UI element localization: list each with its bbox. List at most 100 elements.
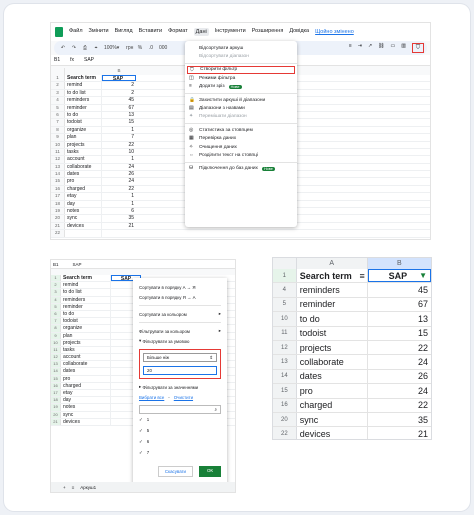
cell-a[interactable]: organize bbox=[61, 325, 111, 332]
data-menu-item[interactable]: ⛉ Створити фільтр bbox=[187, 65, 295, 75]
value-checkbox[interactable]: ✓ 6 bbox=[139, 436, 221, 447]
cell-b[interactable]: 22 bbox=[368, 341, 431, 354]
cell-a[interactable]: tasks bbox=[65, 148, 102, 156]
cell-a[interactable]: reminder bbox=[61, 303, 111, 310]
row-number[interactable]: 16 bbox=[273, 398, 297, 412]
toolbar-item-2[interactable]: ↷ bbox=[71, 45, 77, 51]
cell-b[interactable]: 1 bbox=[102, 201, 136, 207]
row-number[interactable]: 15 bbox=[51, 375, 61, 382]
row-number[interactable]: 11 bbox=[51, 346, 61, 354]
cell-a[interactable]: to do list bbox=[61, 289, 111, 296]
sort-by-color[interactable]: Сортувати за кольором ▸ bbox=[139, 309, 221, 319]
cell-b[interactable]: 2 bbox=[102, 90, 136, 96]
filter-icon[interactable]: ⛉ bbox=[412, 43, 424, 53]
cell-a[interactable]: dates bbox=[61, 368, 111, 375]
cell-a[interactable]: charged bbox=[65, 185, 102, 193]
filter-by-condition[interactable]: ▾ Фільтрувати за умовою bbox=[139, 336, 221, 346]
wrap-icon[interactable]: ⇥ bbox=[358, 43, 362, 53]
cell-a[interactable]: dates bbox=[297, 369, 368, 384]
cell-b[interactable]: 2 bbox=[102, 82, 136, 88]
toolbar-item-10[interactable]: 000 bbox=[159, 45, 167, 51]
data-menu-item[interactable]: ≡ Додати зріз Нове bbox=[185, 83, 297, 91]
row-number[interactable]: 3 bbox=[51, 289, 61, 296]
cell-b[interactable]: SAP bbox=[102, 75, 136, 82]
cell-a[interactable]: projects bbox=[65, 141, 102, 148]
cell-b[interactable]: 7 bbox=[102, 134, 136, 140]
align-icon[interactable]: ≡ bbox=[349, 43, 352, 53]
cell-b[interactable]: 26 bbox=[368, 370, 431, 383]
col-b-header[interactable]: B bbox=[102, 68, 136, 75]
cell-a[interactable]: remind bbox=[61, 282, 111, 289]
cell-a[interactable]: sync bbox=[61, 411, 111, 418]
cell-b[interactable]: 15 bbox=[102, 119, 136, 125]
cell-a[interactable]: devices bbox=[297, 427, 368, 439]
toolbar-item-8[interactable]: % bbox=[137, 45, 143, 51]
row-number[interactable]: 1 bbox=[273, 269, 297, 283]
cell-b[interactable]: 1 bbox=[102, 156, 136, 162]
row-number[interactable]: 2 bbox=[51, 282, 61, 289]
condition-value-input[interactable]: 20 bbox=[143, 366, 217, 375]
formula-value[interactable]: SAP bbox=[73, 262, 82, 267]
cell-a[interactable]: account bbox=[61, 354, 111, 361]
filter-funnel-icon[interactable]: ▼ bbox=[419, 271, 427, 280]
add-sheet-icon[interactable]: + bbox=[63, 485, 66, 490]
data-menu-item[interactable]: ⇔ Розділити текст на стовпці bbox=[185, 151, 297, 159]
row-number[interactable]: 8 bbox=[51, 126, 65, 134]
cell-a[interactable]: etay bbox=[65, 193, 102, 200]
row-number[interactable]: 4 bbox=[51, 97, 65, 104]
row-number[interactable]: 20 bbox=[273, 412, 297, 427]
chart-icon[interactable]: ▥ bbox=[401, 43, 406, 53]
cell-b[interactable]: 10 bbox=[102, 149, 136, 155]
all-sheets-icon[interactable]: ≡ bbox=[72, 485, 75, 490]
cell-b[interactable]: 35 bbox=[368, 413, 431, 426]
cell-b[interactable]: 24 bbox=[102, 164, 136, 170]
cell-b[interactable]: 13 bbox=[368, 312, 431, 325]
cell-b[interactable]: 45 bbox=[102, 97, 136, 103]
cell-b[interactable]: 22 bbox=[102, 142, 136, 148]
row-number[interactable]: 7 bbox=[51, 119, 65, 126]
cancel-button[interactable]: Скасувати bbox=[157, 466, 194, 477]
sort-asc[interactable]: Сортувати в порядку А → Я bbox=[139, 282, 221, 292]
cell-b[interactable]: 22 bbox=[368, 399, 431, 412]
row-number[interactable]: 14 bbox=[273, 369, 297, 384]
link-icon[interactable]: ⛓ bbox=[378, 43, 384, 53]
cell-ref[interactable]: B1 bbox=[53, 262, 59, 267]
cell-a[interactable]: to do bbox=[297, 312, 368, 326]
data-menu-item[interactable]: ◫ Режими фільтра bbox=[185, 74, 297, 82]
cell-b[interactable]: 24 bbox=[102, 178, 136, 184]
row-number[interactable]: 5 bbox=[51, 303, 61, 310]
row-number[interactable]: 10 bbox=[51, 339, 61, 346]
data-menu-item[interactable]: 🔒 Захистити аркуші й діапазони bbox=[185, 96, 297, 104]
data-menu-item[interactable]: Відсортувати аркуш bbox=[185, 44, 297, 52]
row-number[interactable]: 1 bbox=[51, 75, 65, 82]
condition-select[interactable]: Більше ніж ⇕ bbox=[143, 353, 217, 362]
cell-b[interactable]: 35 bbox=[102, 215, 136, 221]
row-number[interactable]: 13 bbox=[51, 361, 61, 368]
row-number[interactable]: 17 bbox=[51, 390, 61, 397]
row-number[interactable]: 20 bbox=[51, 215, 65, 222]
row-number[interactable]: 2 bbox=[51, 82, 65, 89]
cell-b[interactable]: 45 bbox=[368, 283, 431, 296]
cell-a[interactable]: collaborate bbox=[61, 361, 111, 368]
cell-a[interactable]: reminder bbox=[65, 104, 102, 111]
row-number[interactable]: 6 bbox=[51, 310, 61, 318]
menu-3[interactable]: Вигляд bbox=[115, 28, 133, 36]
row-number[interactable]: 18 bbox=[51, 200, 65, 208]
cell-b[interactable]: 1 bbox=[102, 193, 136, 199]
cell-b[interactable]: 24 bbox=[368, 355, 431, 368]
row-number[interactable]: 21 bbox=[51, 418, 61, 425]
cell-a[interactable]: todoist bbox=[61, 318, 111, 325]
cell-a[interactable]: collaborate bbox=[297, 355, 368, 369]
row-number[interactable]: 15 bbox=[273, 384, 297, 398]
row-number[interactable]: 18 bbox=[51, 397, 61, 404]
cell-b[interactable]: 21 bbox=[368, 427, 431, 439]
cell-a[interactable]: pro bbox=[61, 375, 111, 382]
formula-value[interactable]: SAP bbox=[84, 57, 94, 63]
cell-a[interactable]: day bbox=[65, 200, 102, 208]
row-number[interactable]: 9 bbox=[51, 332, 61, 339]
value-checkbox[interactable]: ✓ 1 bbox=[139, 414, 221, 425]
cell-a[interactable]: account bbox=[65, 156, 102, 163]
row-number[interactable]: 10 bbox=[51, 141, 65, 148]
cell-a[interactable]: to do list bbox=[65, 89, 102, 97]
cell-ref[interactable]: B1 bbox=[54, 57, 60, 63]
